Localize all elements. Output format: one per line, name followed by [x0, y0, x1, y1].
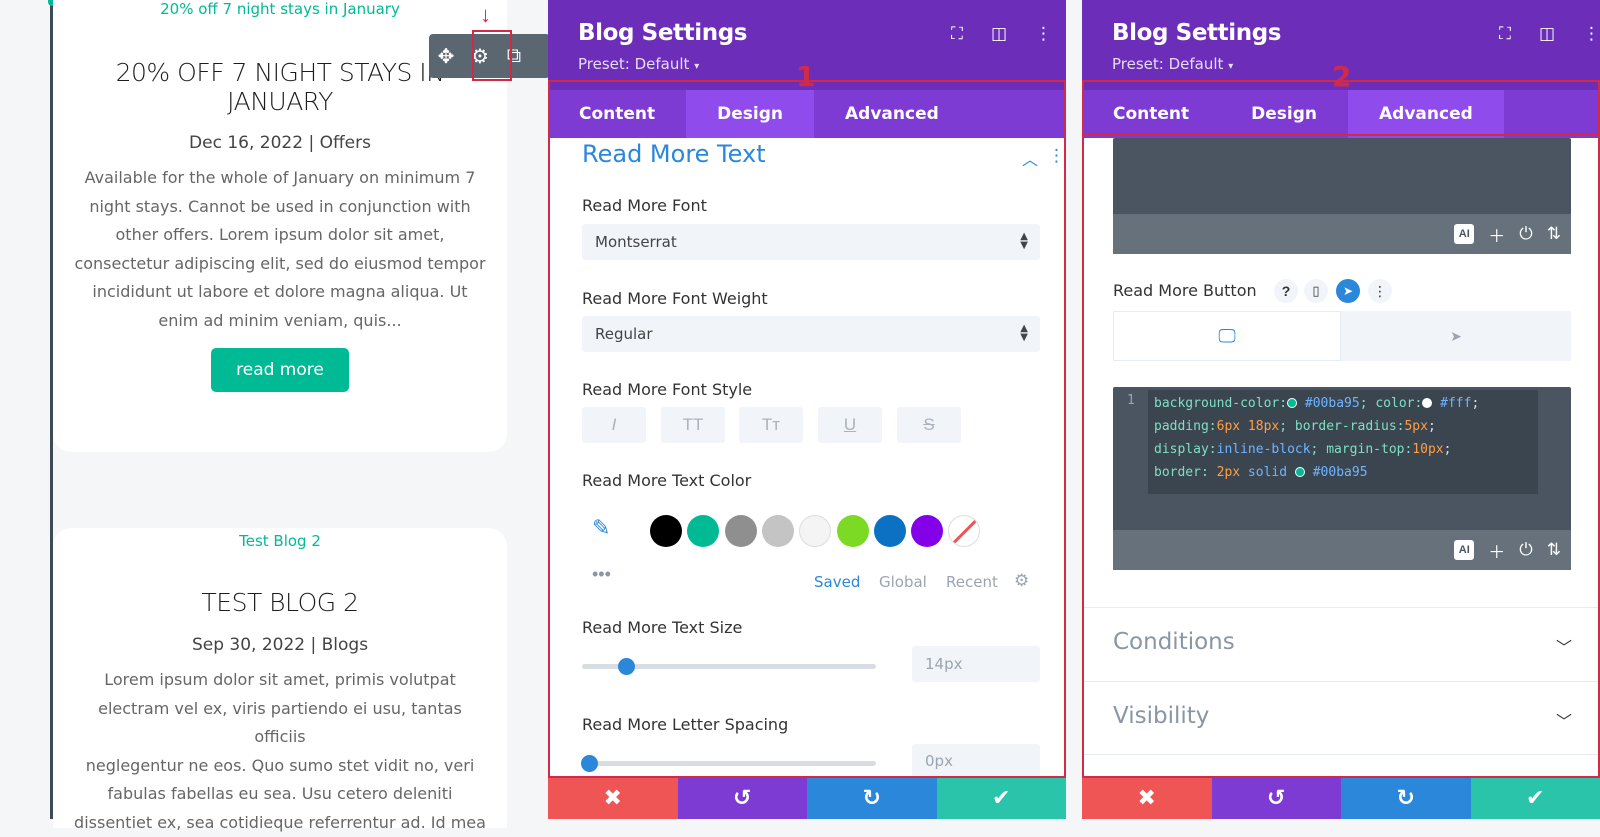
more-vertical-icon[interactable]: ⋮	[1035, 24, 1052, 44]
preset-dropdown[interactable]: Preset: Default ▾	[578, 55, 699, 73]
excerpt-line: consectetur adipiscing elit, sed do eius…	[71, 250, 489, 279]
check-icon: ✔	[992, 785, 1010, 811]
highlight-panel-box	[1082, 136, 1600, 778]
read-more-wrap: read more	[53, 348, 507, 392]
close-icon: ✖	[1138, 785, 1156, 811]
excerpt-line: other offers. Lorem ipsum dolor sit amet…	[71, 221, 489, 250]
close-icon: ✖	[604, 785, 622, 811]
post-excerpt: Available for the whole of January on mi…	[53, 164, 507, 335]
fullscreen-icon[interactable]: ⛶	[951, 24, 963, 44]
excerpt-line: fabulas fabellas eu sea. Usu cetero dele…	[71, 780, 489, 809]
undo-icon: ↺	[733, 785, 751, 811]
panel-footer: ✖ ↺ ↻ ✔	[548, 776, 1066, 819]
excerpt-line: enim ad minim veniam, quis...	[71, 307, 489, 336]
fullscreen-icon[interactable]: ⛶	[1499, 24, 1511, 44]
move-icon[interactable]: ✥	[429, 34, 463, 78]
post-title-line: JANUARY	[53, 87, 507, 116]
excerpt-line: Lorem ipsum dolor sit amet, primis volut…	[71, 666, 489, 695]
excerpt-line: Available for the whole of January on mi…	[71, 164, 489, 193]
read-more-button[interactable]: read more	[211, 348, 349, 392]
excerpt-line: dissentiet ex, sea cotidieque referrentu…	[71, 809, 489, 837]
preset-dropdown[interactable]: Preset: Default ▾	[1112, 55, 1233, 73]
step-marker: 2	[1332, 60, 1351, 93]
split-view-icon[interactable]: ◫	[1539, 24, 1555, 44]
panel-footer: ✖ ↺ ↻ ✔	[1082, 776, 1600, 819]
save-button[interactable]: ✔	[1471, 776, 1600, 819]
panel-title: Blog Settings	[1112, 20, 1281, 46]
close-button[interactable]: ✖	[1082, 776, 1212, 819]
redo-button[interactable]: ↻	[807, 776, 937, 819]
post-image-alt[interactable]: Test Blog 2	[53, 532, 507, 550]
post-image-alt[interactable]: 20% off 7 night stays in January	[53, 0, 507, 18]
blog-settings-panel-design: Blog Settings Preset: Default ▾ ⛶ ◫ ⋮ Co…	[548, 0, 1066, 819]
arrow-down-icon: ↓	[480, 2, 491, 28]
panel-title: Blog Settings	[578, 20, 747, 46]
excerpt-line: night stays. Cannot be used in conjuncti…	[71, 193, 489, 222]
preset-label: Preset: Default	[578, 55, 689, 73]
header-icons: ⛶ ◫ ⋮	[951, 24, 1052, 44]
step-marker: 1	[796, 60, 815, 93]
post-excerpt: Lorem ipsum dolor sit amet, primis volut…	[53, 666, 507, 837]
save-button[interactable]: ✔	[937, 776, 1067, 819]
post-meta: Dec 16, 2022 | Offers	[53, 133, 507, 153]
check-icon: ✔	[1526, 785, 1544, 811]
blog-preview: 20% off 7 night stays in January 20% OFF…	[0, 0, 548, 819]
post-title[interactable]: TEST BLOG 2	[53, 588, 507, 617]
excerpt-line: electram vel ex, viris partiendo ei usu,…	[71, 695, 489, 752]
highlight-gear-box	[472, 30, 512, 81]
blog-post-card: Test Blog 2 TEST BLOG 2 Sep 30, 2022 | B…	[53, 528, 507, 828]
caret-down-icon: ▾	[694, 61, 699, 72]
split-view-icon[interactable]: ◫	[991, 24, 1007, 44]
excerpt-line: incididunt ut labore et dolore magna ali…	[71, 278, 489, 307]
undo-button[interactable]: ↺	[678, 776, 808, 819]
undo-icon: ↺	[1267, 785, 1285, 811]
close-button[interactable]: ✖	[548, 776, 678, 819]
blog-settings-panel-advanced: Blog Settings Preset: Default ▾ ⛶ ◫ ⋮ Co…	[1082, 0, 1600, 819]
caret-down-icon: ▾	[1228, 61, 1233, 72]
post-meta: Sep 30, 2022 | Blogs	[53, 635, 507, 655]
excerpt-line: neglegentur ne eos. Quo sumo stet vidit …	[71, 752, 489, 781]
more-vertical-icon[interactable]: ⋮	[1583, 24, 1600, 44]
highlight-panel-box	[548, 80, 1066, 778]
header-icons: ⛶ ◫ ⋮	[1499, 24, 1600, 44]
redo-button[interactable]: ↻	[1341, 776, 1471, 819]
preset-label: Preset: Default	[1112, 55, 1223, 73]
undo-button[interactable]: ↺	[1212, 776, 1342, 819]
redo-icon: ↻	[863, 785, 881, 811]
redo-icon: ↻	[1397, 785, 1415, 811]
